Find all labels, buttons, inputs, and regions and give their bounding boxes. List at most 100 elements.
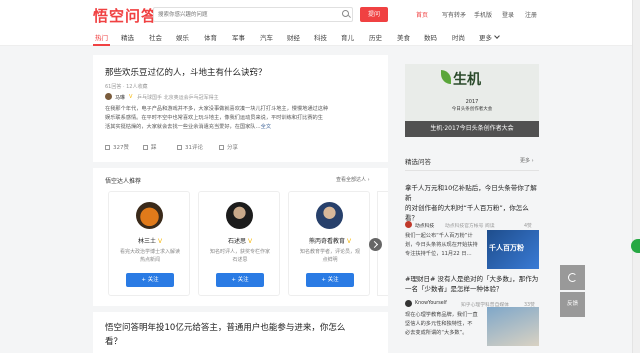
tab-more-label: 更多 — [479, 34, 492, 42]
banner-caption: 生机·2017今日头条创作者大会 — [405, 121, 539, 137]
verified-badge-icon: V — [129, 94, 133, 100]
tab-tech[interactable]: 科技 — [314, 32, 327, 42]
section-title: 悟空达人推荐 — [105, 178, 142, 185]
tab-entertainment[interactable]: 娱乐 — [176, 32, 189, 42]
feedback-button[interactable]: 反馈 — [560, 292, 585, 317]
avatar[interactable] — [405, 221, 412, 228]
login-link[interactable]: 登录 — [502, 10, 514, 19]
dislike-label: 踩 — [151, 145, 157, 151]
read-full-link[interactable]: 全文 — [261, 124, 271, 130]
tab-featured[interactable]: 精选 — [121, 32, 134, 42]
nav-write-link[interactable]: 写有转矛 — [442, 10, 466, 19]
excerpt-text: 活其实挺枯燥的，大家就会去找一些业余消遣充当爱好，在国家队… — [105, 124, 261, 130]
question-title[interactable]: 悟空问答明年投10亿元给答主，普通用户也能参与进来，你怎么 看？ — [105, 321, 345, 349]
follow-button[interactable]: + 关注 — [306, 273, 354, 287]
question-title[interactable]: 那些欢乐豆过亿的人，斗地主有什么诀窍？ — [105, 66, 267, 78]
chevron-down-icon — [494, 33, 500, 39]
section-title: 精选问答 — [405, 158, 431, 166]
like-count: 327赞 — [113, 145, 129, 151]
like-count: 4赞 — [524, 224, 532, 229]
tab-food[interactable]: 美食 — [397, 32, 410, 42]
expert-card[interactable]: 林三土 V 看完大政治学博士求入解读热点新闻 + 关注 — [108, 191, 190, 296]
share-label: 分享 — [227, 145, 239, 151]
search-icon[interactable] — [342, 10, 349, 17]
answer-thumbnail[interactable] — [487, 307, 539, 346]
follow-button[interactable]: + 关注 — [126, 273, 174, 287]
thumbs-down-icon — [143, 144, 148, 150]
banner-logo: 生机 — [453, 72, 481, 88]
title-line: 的对创作者的大利时“千人百万粉”，你怎么 — [405, 204, 529, 212]
expert-name: 林三土 V — [109, 236, 191, 245]
excerpt-line: 娱乐联系感情。在平时不空中也常喜欢上玩斗地主，像我们运动员来说，平时训练和打比赛… — [105, 115, 323, 121]
question-card: 那些欢乐豆过亿的人，斗地主有什么诀窍？ 61回答 · 12人收藏 马琳 V 乒乓… — [93, 55, 388, 162]
refresh-button[interactable] — [560, 265, 585, 290]
nav-mobile-link[interactable]: 手机版 — [474, 10, 492, 19]
tab-more[interactable]: 更多 — [479, 32, 500, 42]
excerpt-line: 活其实挺枯燥的，大家就会去找一些业余消遣充当爱好，在国家队…全文 — [105, 123, 383, 132]
verified-badge-icon: V — [346, 238, 352, 245]
answer-thumbnail[interactable]: 千人百万粉 — [487, 230, 539, 269]
tab-military[interactable]: 军事 — [232, 32, 245, 42]
author-name[interactable]: KnowYourself — [415, 301, 447, 306]
answer-excerpt[interactable]: 现在心理学教育品牌，我们一直 坚信人的多元性和独特性，不 必去变成所谓的“大多数… — [405, 311, 485, 338]
follow-button[interactable]: + 关注 — [216, 273, 264, 287]
banner-year: 2017 — [465, 99, 479, 105]
excerpt-line: 现在心理学教育品牌，我们一直 — [405, 312, 478, 318]
expert-name: 石述思 V — [199, 236, 281, 245]
tab-finance[interactable]: 财经 — [287, 32, 300, 42]
tab-digital[interactable]: 数码 — [424, 32, 437, 42]
answer-author-desc: 乒乓球国手 北京奥运会乒乓冠军得主 — [137, 95, 219, 101]
like-button[interactable]: 327赞 — [105, 143, 129, 151]
divider — [405, 170, 539, 171]
nav-home-link[interactable]: 首页 — [416, 10, 428, 19]
title-line: 一名「少数者」是怎样一种体验？ — [405, 285, 503, 293]
featured-question-title[interactable]: #理财日# 没有人是绝对的「大多数」，那作为 一名「少数者」是怎样一种体验？ — [405, 274, 539, 294]
banner-subtitle: 今日头条创作者大会 — [451, 107, 493, 112]
ask-question-button[interactable]: 提问 — [360, 7, 388, 22]
answer-excerpt[interactable]: 我们一起公布“千人百万粉”计 划，今日头条将从现在开始扶持 专注扶持千位，11月… — [405, 232, 485, 259]
search-input[interactable] — [153, 7, 353, 22]
answer-author-name[interactable]: 马琳 — [115, 94, 125, 101]
tab-history[interactable]: 历史 — [369, 32, 382, 42]
expert-name-text: 林三土 — [137, 238, 156, 245]
tab-society[interactable]: 社会 — [149, 32, 162, 42]
answer-excerpt[interactable]: 在我那个年代，电子产品和游戏并不多，大家没事做就喜欢凑一块儿打打斗地主，慢慢地通… — [105, 105, 383, 132]
leaf-icon — [441, 70, 451, 84]
title-line: #理财日# 没有人是绝对的「大多数」，那作为 — [405, 275, 539, 283]
register-link[interactable]: 注册 — [525, 10, 537, 19]
scrollbar[interactable] — [632, 0, 640, 353]
excerpt-line: 坚信人的多元性和独特性，不 — [405, 321, 473, 327]
excerpt-line: 划，今日头条将从现在开始扶持 — [405, 242, 478, 248]
question-title-line: 悟空问答明年投10亿元给答主，普通用户也能参与进来，你怎么 — [105, 323, 346, 333]
excerpt-line: 我们一起公布“千人百万粉”计 — [405, 233, 473, 239]
event-banner[interactable]: 生机 2017 今日头条创作者大会 生机·2017今日头条创作者大会 — [405, 64, 539, 137]
category-nav: 热门 精选 社会 娱乐 体育 军事 汽车 财经 科技 育儿 历史 美食 数码 时… — [0, 28, 640, 46]
tab-hot[interactable]: 热门 — [95, 32, 108, 42]
avatar[interactable] — [405, 300, 412, 307]
tab-fashion[interactable]: 时尚 — [452, 32, 465, 42]
featured-question-title[interactable]: 拿千人万元和10亿补贴后，今日头条带你了解新 的对创作者的大利时“千人百万粉”，… — [405, 183, 539, 223]
share-button[interactable]: 分享 — [219, 143, 238, 151]
excerpt-line: 在我那个年代，电子产品和游戏并不多，大家没事做就喜欢凑一块儿打打斗地主，慢慢地通… — [105, 106, 329, 112]
avatar — [316, 202, 343, 229]
expert-desc: 知名时评人，获奖专栏作家石述思 — [209, 249, 270, 263]
refresh-icon — [568, 273, 577, 282]
author-meta: 动点科技官方帐号 阅读 — [445, 224, 495, 229]
author-name[interactable]: 动点科技 — [415, 222, 434, 229]
question-title-line: 看？ — [105, 337, 123, 347]
tab-parenting[interactable]: 育儿 — [341, 32, 354, 42]
expert-card[interactable]: 熊丙奇看教育 V 知名教育学者，评论员，观点鲜明 + 关注 — [288, 191, 370, 296]
site-logo[interactable]: 悟空问答 — [93, 5, 157, 26]
tab-auto[interactable]: 汽车 — [260, 32, 273, 42]
floating-chat-icon[interactable] — [631, 239, 640, 253]
dislike-button[interactable]: 踩 — [143, 143, 157, 151]
tab-sports[interactable]: 体育 — [204, 32, 217, 42]
see-all-experts-link[interactable]: 查看全部达人 › — [336, 176, 370, 183]
expert-card[interactable]: 石述思 V 知名时评人，获奖专栏作家石述思 + 关注 — [198, 191, 280, 296]
verified-badge-icon: V — [157, 238, 163, 245]
avatar[interactable] — [105, 93, 112, 100]
chevron-right-icon[interactable] — [369, 238, 382, 251]
comment-count: 31评论 — [185, 145, 203, 151]
more-link[interactable]: 更多 › — [520, 157, 534, 164]
comment-button[interactable]: 31评论 — [177, 143, 203, 151]
